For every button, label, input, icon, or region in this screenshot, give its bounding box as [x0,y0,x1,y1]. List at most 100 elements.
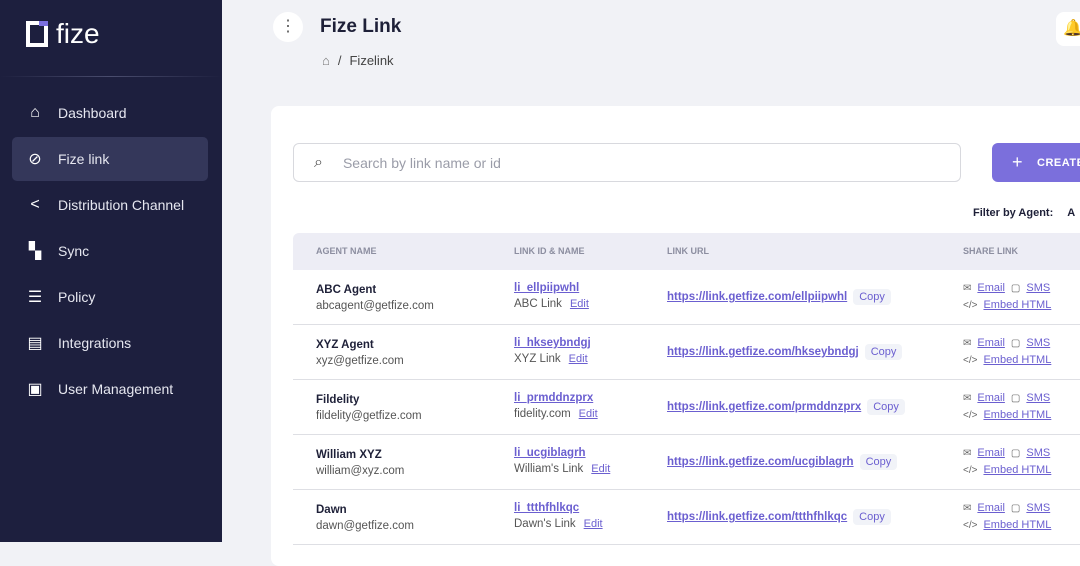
link-id[interactable]: li_prmddnzprx [514,390,598,406]
sms-icon: ▢ [1010,448,1021,459]
email-icon: ✉ [963,283,972,294]
breadcrumb-item: Fizelink [349,53,394,68]
breadcrumb-separator: / [337,53,342,68]
divider [0,76,222,77]
embed-html-link[interactable]: Embed HTML [983,299,1051,311]
edit-link[interactable]: Edit [591,463,610,475]
link-id[interactable]: li_hkseybndgj [514,335,591,351]
filter-by-agent[interactable]: Filter by Agent: A [973,207,1075,219]
fize-logo[interactable]: fize [26,18,100,50]
link-url[interactable]: https://link.getfize.com/ttthfhlkqc [667,511,847,523]
share-sms-link[interactable]: SMS [1026,392,1050,404]
code-icon: </> [963,520,978,531]
embed-html-link[interactable]: Embed HTML [983,354,1051,366]
search-input[interactable]: ⌕ Search by link name or id [293,143,961,182]
link-icon: ⊘ [28,151,42,168]
more-menu-button[interactable]: ⋮ [273,12,303,42]
table-row: William XYZ william@xyz.com li_ucgiblagrh… [293,435,1080,490]
link-id[interactable]: li_ucgiblagrh [514,445,610,461]
sidebar-item-label: Dashboard [58,105,127,121]
table-row: ABC Agent abcagent@getfize.com li_ellpiip… [293,270,1080,325]
share-email-link[interactable]: Email [977,502,1005,514]
code-icon: </> [963,355,978,366]
header: ⋮ Fize Link ⌂ / Fizelink 🔔 [222,0,1080,90]
search-placeholder: Search by link name or id [342,154,501,171]
edit-link[interactable]: Edit [570,298,589,310]
copy-button[interactable]: Copy [859,454,898,470]
sidebar-item[interactable]: ⌂ Dashboard [12,91,208,135]
agent-email: fildelity@getfize.com [316,410,422,422]
integrations-icon: ▤ [27,335,43,352]
code-icon: </> [963,465,978,476]
brand-name: fize [56,18,100,49]
sidebar-item[interactable]: ▤ Integrations [12,321,208,365]
share-sms-link[interactable]: SMS [1026,502,1050,514]
share-email-link[interactable]: Email [977,337,1005,349]
list-icon: ☰ [27,289,43,306]
plus-icon: + [1012,152,1024,172]
column-header: LINK ID & NAME [514,246,585,256]
agent-name: Dawn [316,504,347,516]
link-id[interactable]: li_ellpiipwhl [514,280,589,296]
table-header: AGENT NAME LINK ID & NAME LINK URL SHARE… [293,233,1080,270]
link-url[interactable]: https://link.getfize.com/hkseybndgj [667,346,859,358]
breadcrumb: ⌂ / Fizelink [322,53,394,68]
sms-icon: ▢ [1010,393,1021,404]
sidebar-item[interactable]: ▚ Sync [12,229,208,273]
search-icon: ⌕ [314,153,323,171]
copy-button[interactable]: Copy [853,289,891,305]
create-label: CREATE [1037,156,1080,169]
sidebar-item[interactable]: ▣ User Management [12,367,208,411]
share-email-link[interactable]: Email [977,282,1005,294]
embed-html-link[interactable]: Embed HTML [983,464,1051,476]
share-sms-link[interactable]: SMS [1026,282,1050,294]
sidebar-item[interactable]: ☰ Policy [12,275,208,319]
link-url[interactable]: https://link.getfize.com/prmddnzprx [667,401,861,413]
filter-label: Filter by Agent: [973,207,1054,219]
table-row: Dawn dawn@getfize.com li_ttthfhlkqc Dawn's… [293,490,1080,545]
embed-html-link[interactable]: Embed HTML [983,409,1051,421]
code-icon: </> [963,410,978,421]
sidebar-item-label: Fize link [58,151,110,167]
table-row: Fildelity fildelity@getfize.com li_prmddn… [293,380,1080,435]
edit-link[interactable]: Edit [579,408,598,420]
copy-button[interactable]: Copy [864,344,903,360]
sidebar-item[interactable]: < Distribution Channel [12,183,208,227]
email-icon: ✉ [963,448,972,459]
column-header: AGENT NAME [316,246,377,256]
home-icon[interactable]: ⌂ [322,53,330,68]
edit-link[interactable]: Edit [584,518,603,530]
link-name: Dawn's Link [514,518,576,530]
agent-name: ABC Agent [316,284,377,296]
agent-email: william@xyz.com [316,465,405,477]
link-id[interactable]: li_ttthfhlkqc [514,500,603,516]
agent-name: Fildelity [316,394,360,406]
share-sms-link[interactable]: SMS [1026,447,1050,459]
link-name: ABC Link [514,298,562,310]
copy-button[interactable]: Copy [867,399,905,415]
copy-button[interactable]: Copy [853,509,891,525]
link-name: fidelity.com [514,408,571,420]
column-header: SHARE LINK [963,246,1019,256]
sidebar-item[interactable]: ⊘ Fize link [12,137,208,181]
link-url[interactable]: https://link.getfize.com/ucgiblagrh [667,456,854,468]
sms-icon: ▢ [1010,283,1021,294]
sync-icon: ▚ [28,243,42,260]
notification-bell-icon[interactable]: 🔔 [1056,12,1080,46]
edit-link[interactable]: Edit [569,353,588,365]
sidebar-item-label: User Management [58,381,174,397]
share-email-link[interactable]: Email [977,392,1005,404]
share-email-link[interactable]: Email [977,447,1005,459]
sidebar-item-label: Distribution Channel [58,197,185,213]
share-icon: < [30,196,40,213]
email-icon: ✉ [963,338,972,349]
create-button[interactable]: + CREATE [992,143,1080,182]
sidebar-item-label: Sync [58,243,90,259]
filter-value[interactable]: A [1067,207,1075,219]
email-icon: ✉ [963,503,972,514]
share-sms-link[interactable]: SMS [1026,337,1050,349]
embed-html-link[interactable]: Embed HTML [983,519,1051,531]
sidebar-nav: ⌂ Dashboard ⊘ Fize link < Distribution Channe… [12,91,208,413]
agent-email: abcagent@getfize.com [316,300,434,312]
link-url[interactable]: https://link.getfize.com/ellpiipwhl [667,291,847,303]
